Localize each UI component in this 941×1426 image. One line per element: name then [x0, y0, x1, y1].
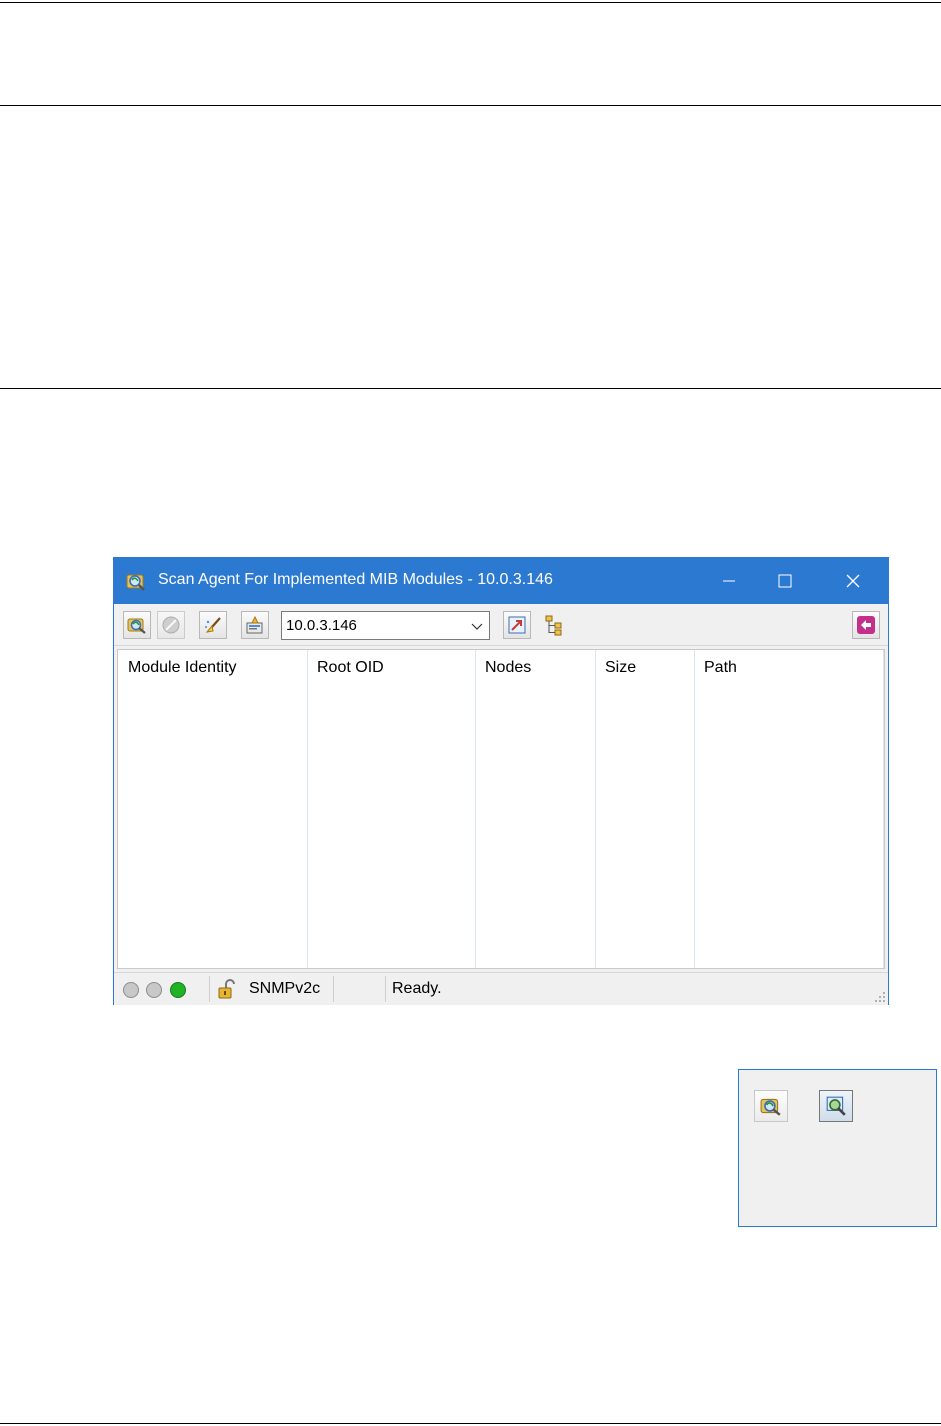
maximize-button[interactable]: [762, 558, 808, 604]
search-mib-button[interactable]: [819, 1090, 853, 1122]
status-text: Ready.: [392, 980, 442, 997]
status-separator: [385, 976, 386, 1002]
column-module-identity[interactable]: Module Identity: [118, 650, 308, 968]
column-header[interactable]: Size: [605, 659, 636, 677]
column-path[interactable]: Path: [694, 650, 884, 968]
page-rule-top: [0, 2, 941, 3]
snmp-version: SNMPv2c: [249, 980, 321, 997]
toolbar: [114, 604, 888, 646]
mib-tree-icon: [545, 615, 562, 636]
minimize-icon: [723, 580, 735, 582]
column-size[interactable]: Size: [595, 650, 695, 968]
search-mib-icon: [826, 1096, 846, 1116]
page-rule-2: [0, 105, 941, 106]
stop-button[interactable]: [157, 611, 185, 639]
scan-agent-icon: [127, 618, 146, 634]
resize-grip-icon[interactable]: [874, 991, 886, 1003]
agent-address-input[interactable]: [286, 615, 461, 636]
close-button[interactable]: [830, 558, 876, 604]
title-bar[interactable]: Scan Agent For Implemented MIB Modules -…: [114, 558, 888, 604]
status-led-3: [170, 982, 186, 998]
status-separator: [333, 976, 334, 1002]
column-header[interactable]: Nodes: [485, 659, 531, 677]
mib-tree-button[interactable]: [541, 611, 569, 639]
scan-agent-icon: [126, 574, 145, 591]
close-icon: [846, 574, 860, 588]
load-module-icon: [508, 616, 526, 634]
minimize-button[interactable]: [706, 558, 752, 604]
agent-address-combobox[interactable]: [281, 611, 490, 640]
clear-list-icon: [205, 617, 221, 633]
column-header[interactable]: Path: [704, 659, 737, 677]
status-bar: SNMPv2c Ready.: [114, 972, 888, 1005]
status-separator: [209, 976, 210, 1002]
exit-button[interactable]: [852, 611, 880, 639]
scan-agent-window: Scan Agent For Implemented MIB Modules -…: [113, 557, 889, 1005]
scan-agent-button[interactable]: [123, 611, 151, 639]
column-header[interactable]: Module Identity: [128, 659, 237, 677]
chevron-down-icon[interactable]: [471, 620, 483, 632]
icon-panel: [738, 1069, 937, 1227]
load-module-button[interactable]: [503, 611, 531, 639]
properties-icon: [246, 615, 263, 634]
column-header[interactable]: Root OID: [317, 659, 384, 677]
clear-list-button[interactable]: [199, 611, 227, 639]
properties-button[interactable]: [241, 611, 269, 639]
mib-modules-list[interactable]: Module Identity Root OID Nodes Size Path: [117, 649, 885, 969]
maximize-icon: [778, 574, 792, 588]
page-rule-bottom: [0, 1423, 941, 1424]
column-root-oid[interactable]: Root OID: [307, 650, 476, 968]
status-led-1: [123, 982, 139, 998]
status-led-2: [146, 982, 162, 998]
stop-icon: [162, 616, 180, 634]
scan-agent-button[interactable]: [754, 1090, 788, 1122]
column-nodes[interactable]: Nodes: [475, 650, 596, 968]
scan-agent-icon: [760, 1098, 781, 1116]
exit-icon: [857, 616, 875, 634]
page-rule-3: [0, 388, 941, 389]
lock-icon: [218, 979, 235, 999]
window-title: Scan Agent For Implemented MIB Modules -…: [158, 571, 553, 588]
